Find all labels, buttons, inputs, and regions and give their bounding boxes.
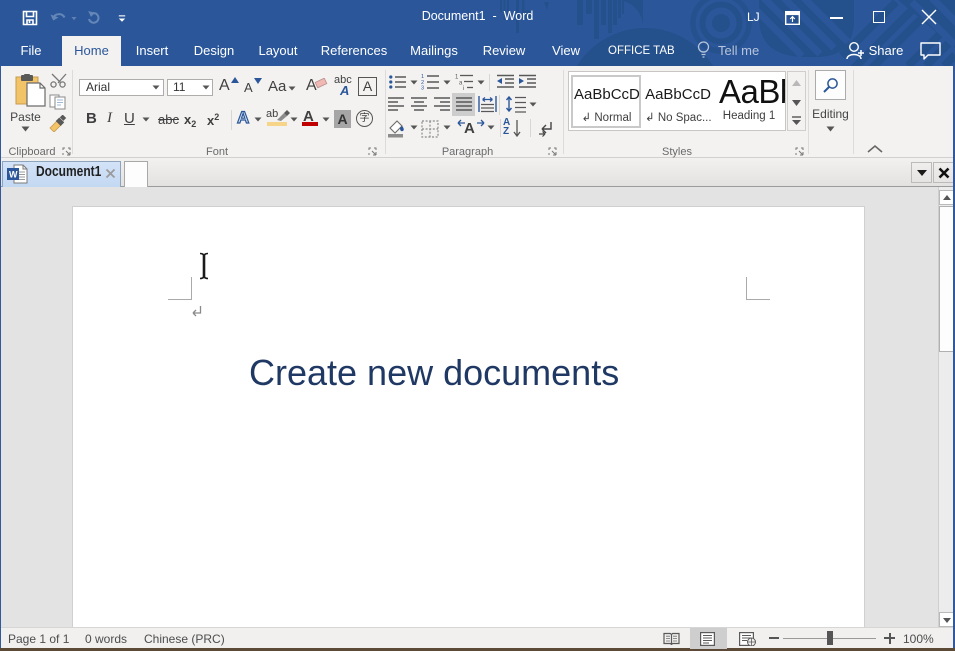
svg-text:W: W [9, 170, 18, 180]
svg-text:3: 3 [421, 86, 424, 91]
svg-text:i: i [463, 86, 464, 90]
